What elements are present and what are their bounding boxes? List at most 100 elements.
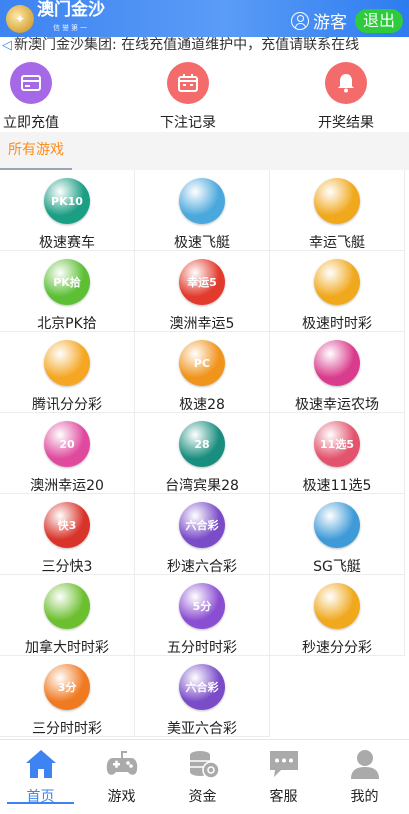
coins-icon xyxy=(189,751,220,779)
user-area: 游客 退出 xyxy=(290,8,403,33)
game-tile[interactable]: 六合彩 秒速六合彩 xyxy=(135,494,270,575)
game-logo-icon xyxy=(44,583,90,629)
logo-subtitle: 信誉第一 xyxy=(53,24,89,32)
game-logo-badge: PK10 xyxy=(51,194,83,208)
user-icon[interactable] xyxy=(290,11,309,30)
game-logo-badge: 3分 xyxy=(57,681,77,694)
game-tile[interactable]: SG飞艇 xyxy=(270,494,405,575)
game-tile[interactable]: 幸运飞艇 xyxy=(270,170,405,251)
game-tile[interactable]: 六合彩 美亚六合彩 xyxy=(135,656,270,737)
active-tab-indicator xyxy=(7,802,74,804)
game-tile[interactable]: 11选5 极速11选5 xyxy=(270,413,405,494)
game-label: SG飞艇 xyxy=(313,559,361,575)
game-label: 极速飞艇 xyxy=(174,235,230,251)
game-logo-icon xyxy=(314,259,360,305)
quick-actions: 立即充值 下注记录 开奖结果 xyxy=(0,58,409,132)
game-logo-badge: 六合彩 xyxy=(185,681,219,694)
game-label: 三分时时彩 xyxy=(32,721,102,737)
nav-home[interactable]: 首页 xyxy=(0,740,81,810)
game-tile[interactable]: 3分三分时时彩 xyxy=(0,656,135,737)
game-label: 澳洲幸运5 xyxy=(169,316,235,332)
nav-games[interactable]: 游戏 xyxy=(81,740,162,810)
nav-profile[interactable]: 我的 xyxy=(324,740,405,810)
game-logo-icon: PK拾 xyxy=(44,259,90,305)
game-tile[interactable]: 加拿大时时彩 xyxy=(0,575,135,656)
bet-records-label: 下注记录 xyxy=(160,115,216,131)
nav-funds[interactable]: 资金 xyxy=(162,740,243,810)
game-label: 极速28 xyxy=(179,397,225,413)
game-logo-icon xyxy=(44,340,90,386)
home-icon xyxy=(25,750,56,778)
game-logo-badge: 28 xyxy=(194,437,210,451)
game-tile[interactable]: PK10 极速赛车 xyxy=(0,170,135,251)
game-category-bar: 所有游戏 xyxy=(0,132,409,170)
game-label: 美亚六合彩 xyxy=(167,721,237,737)
game-label: 加拿大时时彩 xyxy=(25,640,109,656)
game-logo-badge: 快3 xyxy=(57,519,77,532)
bell-icon xyxy=(325,62,367,104)
game-tile[interactable]: 秒速分分彩 xyxy=(270,575,405,656)
recharge-button[interactable]: 立即充值 xyxy=(0,58,76,132)
calendar-icon xyxy=(167,62,209,104)
announcement-marquee[interactable]: ◁ 新澳门金沙集团: 在线充值通道维护中，充值请联系在线 xyxy=(0,37,409,57)
game-logo-badge: PK拾 xyxy=(53,276,81,289)
logout-button[interactable]: 退出 xyxy=(354,8,403,33)
game-logo-badge: 11选5 xyxy=(320,438,354,451)
game-tile[interactable]: 幸运5 澳洲幸运5 xyxy=(135,251,270,332)
game-logo-icon: 11选5 xyxy=(314,421,360,467)
game-tile[interactable]: 极速飞艇 xyxy=(135,170,270,251)
game-tile[interactable]: 极速幸运农场 xyxy=(270,332,405,413)
nav-support[interactable]: 客服 xyxy=(243,740,324,810)
game-tile[interactable]: 快3 三分快3 xyxy=(0,494,135,575)
game-label: 极速11选5 xyxy=(302,478,372,494)
game-logo-icon xyxy=(314,502,360,548)
game-logo-icon xyxy=(314,583,360,629)
results-button[interactable]: 开奖结果 xyxy=(301,58,391,132)
game-logo-icon: 快3 xyxy=(44,502,90,548)
game-tile[interactable]: 5分五分时时彩 xyxy=(135,575,270,656)
game-logo-badge: 幸运5 xyxy=(187,276,217,289)
game-tile[interactable]: PK拾北京PK拾 xyxy=(0,251,135,332)
game-logo-icon: 3分 xyxy=(44,664,90,710)
game-logo-icon: 幸运5 xyxy=(179,259,225,305)
game-logo-badge: PC xyxy=(193,356,211,370)
logo: ✦ 澳门金沙 信誉第一 xyxy=(6,1,105,34)
recharge-label: 立即充值 xyxy=(3,115,59,131)
game-tile[interactable]: 28 台湾宾果28 xyxy=(135,413,270,494)
wallet-icon xyxy=(10,62,52,104)
game-tile[interactable]: PC 极速28 xyxy=(135,332,270,413)
game-label: 秒速六合彩 xyxy=(167,559,237,575)
game-logo-icon: 六合彩 xyxy=(179,664,225,710)
bottom-nav: 首页 游戏 资金 客服 我的 xyxy=(0,739,409,814)
guest-label[interactable]: 游客 xyxy=(313,8,347,33)
chat-icon xyxy=(269,751,298,777)
logo-title: 澳门金沙 xyxy=(37,0,105,20)
tab-all-games[interactable]: 所有游戏 xyxy=(0,132,72,170)
game-logo-icon xyxy=(314,178,360,224)
game-logo-icon: 28 xyxy=(179,421,225,467)
nav-profile-label: 我的 xyxy=(350,789,379,805)
game-tile[interactable]: 腾讯分分彩 xyxy=(0,332,135,413)
nav-games-label: 游戏 xyxy=(107,789,136,805)
game-label: 五分时时彩 xyxy=(167,640,237,656)
game-tile[interactable]: 20 澳洲幸运20 xyxy=(0,413,135,494)
results-label: 开奖结果 xyxy=(318,115,374,131)
game-label: 极速时时彩 xyxy=(302,316,372,332)
game-tile[interactable]: 极速时时彩 xyxy=(270,251,405,332)
game-label: 腾讯分分彩 xyxy=(32,397,102,413)
game-label: 幸运飞艇 xyxy=(309,235,365,251)
game-logo-icon: 5分 xyxy=(179,583,225,629)
logo-mark-icon: ✦ xyxy=(6,5,34,33)
game-label: 澳洲幸运20 xyxy=(30,478,104,494)
game-logo-icon: PK10 xyxy=(44,178,90,224)
game-logo-icon xyxy=(179,178,225,224)
game-logo-badge: 六合彩 xyxy=(185,519,219,532)
game-logo-icon: 20 xyxy=(44,421,90,467)
game-label: 北京PK拾 xyxy=(37,316,97,332)
game-logo-icon: PC xyxy=(179,340,225,386)
game-label: 秒速分分彩 xyxy=(302,640,372,656)
game-label: 极速幸运农场 xyxy=(295,397,379,413)
person-icon xyxy=(350,750,379,779)
bet-records-button[interactable]: 下注记录 xyxy=(143,58,233,132)
nav-support-label: 客服 xyxy=(269,789,298,805)
